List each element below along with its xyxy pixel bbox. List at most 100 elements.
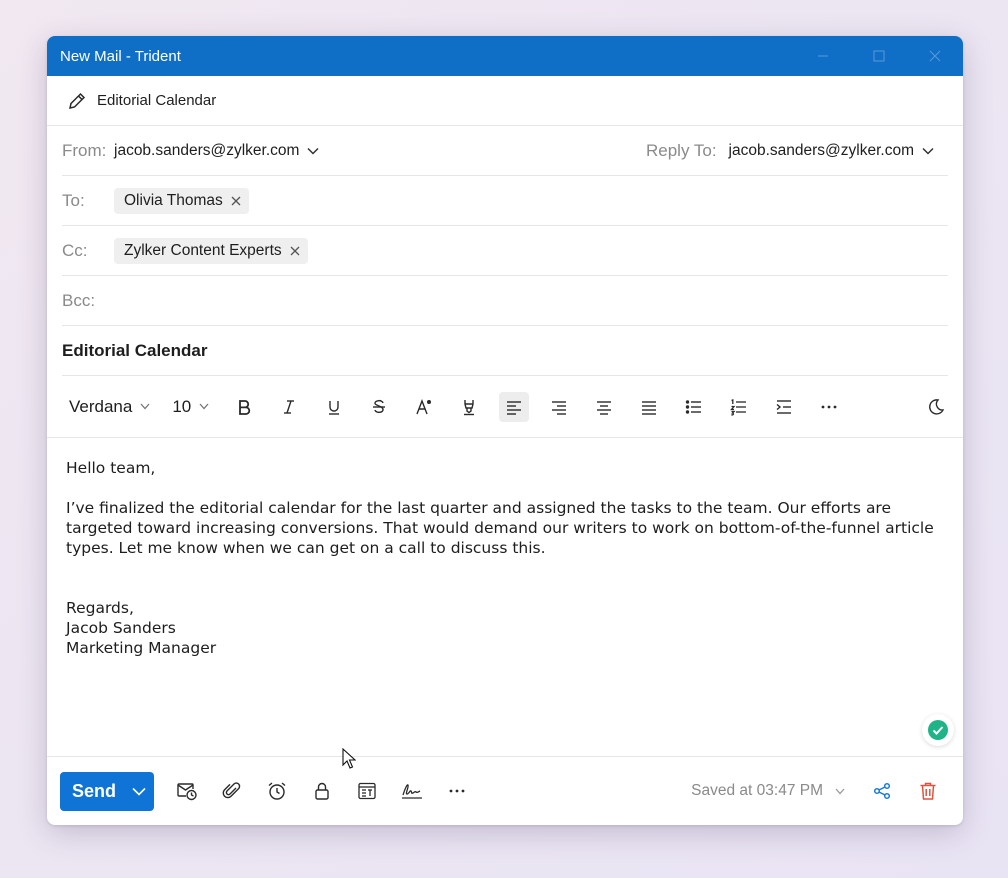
pencil-icon [67,91,87,111]
share-icon [873,782,891,800]
bcc-row[interactable]: Bcc: [62,276,948,326]
remove-recipient-icon[interactable] [231,196,241,206]
from-select[interactable]: jacob.sanders@zylker.com [114,142,319,160]
from-row: From: jacob.sanders@zylker.com Reply To:… [62,126,948,176]
justify-icon [642,400,657,415]
sender-name: Jacob Sanders [66,619,176,637]
more-formatting-button[interactable] [814,392,844,422]
close-button[interactable] [907,36,963,76]
align-left-icon [507,400,522,415]
more-icon [449,789,465,793]
bullet-list-button[interactable] [679,392,709,422]
send-button[interactable]: Send [60,771,154,811]
attachment-icon [222,782,241,799]
closing: Regards, [66,599,134,617]
reminder-icon [268,782,286,800]
font-color-button[interactable] [409,392,439,422]
remove-cc-icon[interactable] [290,246,300,256]
to-row[interactable]: To: Olivia Thomas [62,176,948,226]
maximize-button[interactable] [851,36,907,76]
more-options-button[interactable] [442,776,472,806]
font-family-value: Verdana [69,396,133,416]
chevron-down-icon [835,788,845,795]
signature-icon [402,784,422,799]
reply-to: Reply To: jacob.sanders@zylker.com [646,141,934,161]
highlight-button[interactable] [454,392,484,422]
font-size-select[interactable]: 10 [172,397,209,417]
send-options-button[interactable] [124,772,154,811]
cc-chip[interactable]: Zylker Content Experts [114,237,308,264]
chevron-down-icon [307,147,319,155]
draft-header: Editorial Calendar [47,76,963,126]
send-label: Send [72,780,117,801]
reply-to-value: jacob.sanders@zylker.com [728,141,914,159]
numbered-list-button[interactable] [724,392,754,422]
dark-mode-icon [929,398,945,415]
title-bar: New Mail - Trident [47,36,963,76]
bold-icon [239,399,251,415]
chevron-down-icon [132,787,146,796]
align-right-button[interactable] [544,392,574,422]
encrypt-button[interactable] [307,776,337,806]
minimize-icon [818,55,828,57]
chevron-down-icon [199,403,209,410]
grammar-check-badge[interactable] [922,714,954,746]
minimize-button[interactable] [795,36,851,76]
bcc-label: Bcc: [62,290,96,310]
subject-input[interactable]: Editorial Calendar [62,341,207,361]
mouse-cursor-icon [342,747,357,775]
body-paragraph: I’ve finalized the editorial calendar fo… [66,499,934,557]
indent-button[interactable] [769,392,799,422]
recipient-chip[interactable]: Olivia Thomas [114,187,249,214]
format-toolbar: Verdana 10 [47,376,963,438]
dark-mode-button[interactable] [921,392,951,422]
subject-row[interactable]: Editorial Calendar [62,326,948,376]
compose-footer: Send Saved at 03:47 PM [47,756,963,825]
underline-icon [329,400,340,415]
greeting: Hello team, [66,459,156,477]
underline-button[interactable] [319,392,349,422]
align-right-icon [552,400,567,415]
numbered-list-icon [730,398,747,416]
sender-title: Marketing Manager [66,639,217,657]
strikethrough-icon [373,399,386,413]
highlight-icon [464,399,475,415]
reminder-button[interactable] [262,776,292,806]
justify-button[interactable] [634,392,664,422]
align-center-icon [597,400,612,415]
to-label: To: [62,190,85,210]
saved-text: Saved at 03:47 PM [691,782,823,799]
signature-button[interactable] [397,776,427,806]
delete-button[interactable] [913,776,943,806]
cc-label: Cc: [62,240,88,260]
indent-icon [776,399,792,414]
recipient-name: Olivia Thomas [124,191,223,209]
from-label: From: [62,140,107,160]
from-value: jacob.sanders@zylker.com [114,141,300,159]
reply-to-select[interactable]: jacob.sanders@zylker.com [729,142,934,160]
template-button[interactable] [352,776,382,806]
font-size-value: 10 [172,396,192,416]
font-color-icon [416,398,432,414]
maximize-icon [873,50,885,62]
cc-row[interactable]: Cc: Zylker Content Experts [62,226,948,276]
attach-button[interactable] [217,776,247,806]
more-icon [821,405,837,408]
schedule-send-button[interactable] [172,776,202,806]
trash-icon [920,782,936,800]
italic-icon [284,399,295,414]
italic-button[interactable] [274,392,304,422]
font-family-select[interactable]: Verdana [69,397,150,417]
save-status[interactable]: Saved at 03:47 PM [691,782,845,800]
chevron-down-icon [922,147,934,155]
message-body[interactable]: Hello team, I’ve finalized the editorial… [47,438,963,756]
bullet-list-icon [686,399,702,414]
cc-name: Zylker Content Experts [124,241,282,259]
align-left-button[interactable] [499,391,530,422]
bold-button[interactable] [229,392,259,422]
strikethrough-button[interactable] [364,392,394,422]
align-center-button[interactable] [589,392,619,422]
reply-to-label: Reply To: [645,140,717,160]
draft-name: Editorial Calendar [97,92,217,109]
share-button[interactable] [867,776,897,806]
